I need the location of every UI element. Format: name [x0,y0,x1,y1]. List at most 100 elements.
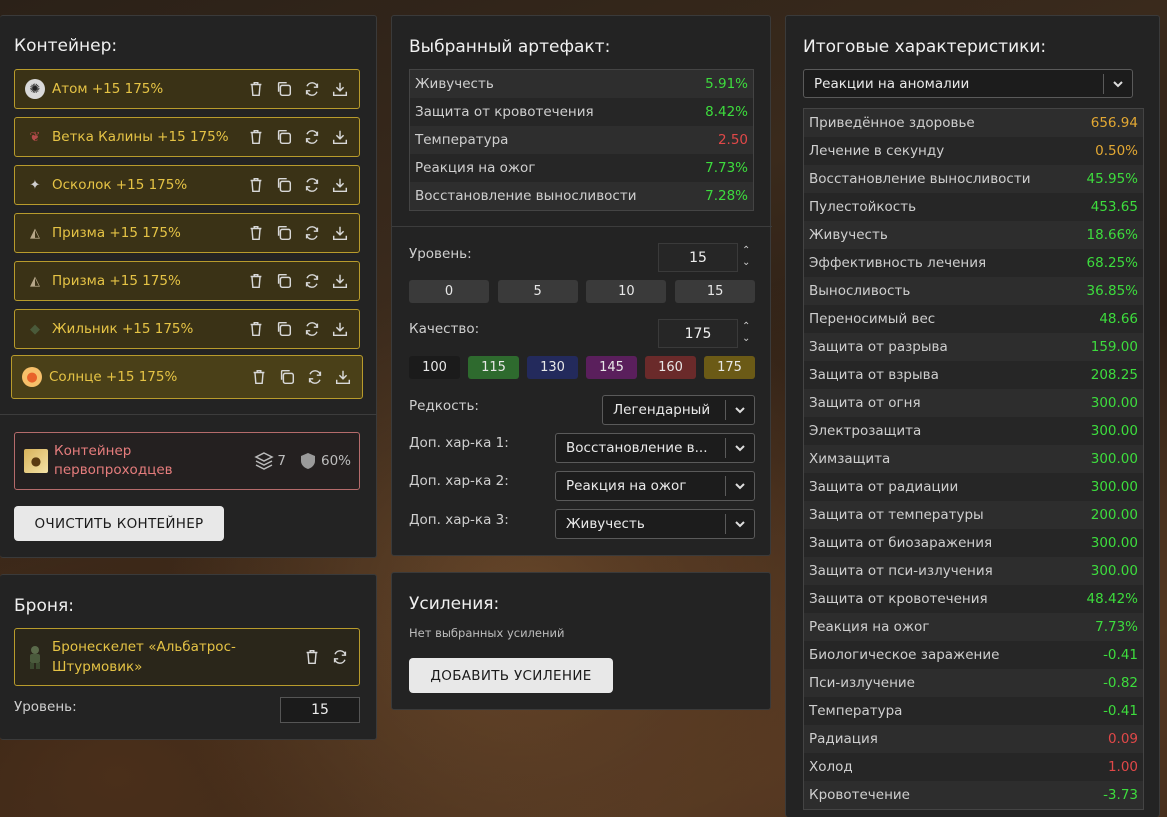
artifact-slot[interactable]: ◭ Призма +15 175% [14,261,360,301]
totals-row: Защита от пси-излучения 300.00 [804,557,1143,585]
download-artifact-button[interactable] [329,318,351,340]
delete-artifact-button[interactable] [245,78,267,100]
totals-stat-name: Пси-излучение [809,675,915,691]
level-input[interactable]: 15 [658,243,738,272]
slots-count: 7 [277,453,286,469]
artifact-slot-label: Жильник +15 175% [52,321,194,337]
swap-artifact-button[interactable] [301,318,323,340]
level-stepper[interactable]: ⌃ ⌄ [742,245,750,269]
artifact-slot[interactable]: ◭ Призма +15 175% [14,213,360,253]
container-card[interactable]: ● Контейнер первопроходцев 7 60% [14,432,360,490]
extra3-select[interactable]: Живучесть [555,509,755,539]
artifact-stats-table: Живучесть 5.91% Защита от кровотечения 8.42… [409,69,754,211]
copy-artifact-button[interactable] [273,174,295,196]
swap-artifact-button[interactable] [301,222,323,244]
swap-artifact-button[interactable] [304,366,326,388]
quality-preset-button[interactable]: 115 [468,356,519,379]
trash-icon [250,321,262,337]
totals-row: Холод 1.00 [804,753,1143,781]
refresh-icon [305,322,319,336]
level-preset-button[interactable]: 5 [497,280,578,303]
quality-preset-button[interactable]: 130 [527,356,578,379]
artifact-title: Выбранный артефакт: [409,37,611,57]
artifact-slot[interactable]: ◆ Жильник +15 175% [14,309,360,349]
refresh-icon [308,370,322,384]
chevron-down-icon [726,479,754,493]
boosts-panel: Усиления: Нет выбранных усилений ДОБАВИТ… [391,572,771,710]
download-artifact-button[interactable] [329,270,351,292]
swap-artifact-button[interactable] [301,78,323,100]
atom-icon: ✺ [25,79,45,99]
swap-armor-button[interactable] [329,646,351,668]
download-icon [332,274,348,289]
level-preset-button[interactable]: 10 [586,280,667,303]
copy-artifact-button[interactable] [273,78,295,100]
copy-artifact-button[interactable] [273,270,295,292]
delete-artifact-button[interactable] [245,318,267,340]
artifact-stat-row: Живучесть 5.91% [410,70,753,98]
quality-preset-button[interactable]: 175 [704,356,755,379]
artifact-slot-label: Осколок +15 175% [52,177,188,193]
refresh-icon [305,130,319,144]
copy-artifact-button[interactable] [273,126,295,148]
armor-card[interactable]: Бронескелет «Альбатрос-Штурмовик» [14,628,360,686]
chevron-up-icon[interactable]: ⌃ [742,321,750,333]
copy-icon [280,369,295,385]
delete-artifact-button[interactable] [248,366,270,388]
rarity-select[interactable]: Легендарный [602,395,755,425]
delete-artifact-button[interactable] [245,270,267,292]
stat-name: Восстановление выносливости [415,188,637,204]
chevron-down-icon[interactable]: ⌄ [742,257,750,269]
copy-artifact-button[interactable] [273,318,295,340]
copy-artifact-button[interactable] [276,366,298,388]
download-artifact-button[interactable] [329,222,351,244]
chevron-down-icon[interactable]: ⌄ [742,333,750,345]
totals-stat-name: Выносливость [809,283,911,299]
artifact-stat-row: Температура 2.50 [410,126,753,154]
trash-icon [250,177,262,193]
trash-icon [250,129,262,145]
totals-stat-value: 300.00 [1090,451,1138,467]
totals-stat-value: 48.66 [1099,311,1138,327]
armor-level-input[interactable]: 15 [280,697,360,723]
rarity-value: Легендарный [613,402,711,418]
quality-preset-button[interactable]: 160 [645,356,696,379]
extra2-select[interactable]: Реакция на ожог [555,471,755,501]
download-artifact-button[interactable] [329,78,351,100]
swap-artifact-button[interactable] [301,270,323,292]
delete-artifact-button[interactable] [245,174,267,196]
totals-stat-value: 200.00 [1090,507,1138,523]
artifact-slot[interactable]: ✦ Осколок +15 175% [14,165,360,205]
artifact-slot[interactable]: ✺ Атом +15 175% [14,69,360,109]
clear-container-button[interactable]: ОЧИСТИТЬ КОНТЕЙНЕР [14,506,224,541]
quality-preset-button[interactable]: 100 [409,356,460,379]
download-artifact-button[interactable] [329,174,351,196]
totals-row: Приведённое здоровье 656.94 [804,109,1143,137]
delete-artifact-button[interactable] [245,222,267,244]
totals-stat-name: Холод [809,759,853,775]
artifact-slot-label: Призма +15 175% [52,225,181,241]
armor-name: Бронескелет «Альбатрос-Штурмовик» [52,639,236,675]
quality-stepper[interactable]: ⌃ ⌄ [742,321,750,345]
rarity-label: Редкость: [409,398,479,414]
totals-row: Восстановление выносливости 45.95% [804,165,1143,193]
artifact-slot[interactable]: ❦ Ветка Калины +15 175% [14,117,360,157]
delete-armor-button[interactable] [301,646,323,668]
delete-artifact-button[interactable] [245,126,267,148]
extra1-select[interactable]: Восстановление в... [555,433,755,463]
artifact-slot[interactable]: ● Солнце +15 175% [11,355,363,399]
download-artifact-button[interactable] [329,126,351,148]
swap-artifact-button[interactable] [301,174,323,196]
copy-artifact-button[interactable] [273,222,295,244]
swap-artifact-button[interactable] [301,126,323,148]
level-preset-button[interactable]: 0 [409,280,489,303]
level-preset-button[interactable]: 15 [675,280,756,303]
quality-preset-button[interactable]: 145 [586,356,637,379]
totals-panel: Итоговые характеристики: Реакции на аном… [785,15,1160,817]
chevron-up-icon[interactable]: ⌃ [742,245,750,257]
totals-stat-value: 1.00 [1107,759,1138,775]
quality-input[interactable]: 175 [658,319,738,348]
add-boost-button[interactable]: ДОБАВИТЬ УСИЛЕНИЕ [409,658,613,693]
totals-filter-select[interactable]: Реакции на аномалии [803,69,1133,98]
download-artifact-button[interactable] [332,366,354,388]
